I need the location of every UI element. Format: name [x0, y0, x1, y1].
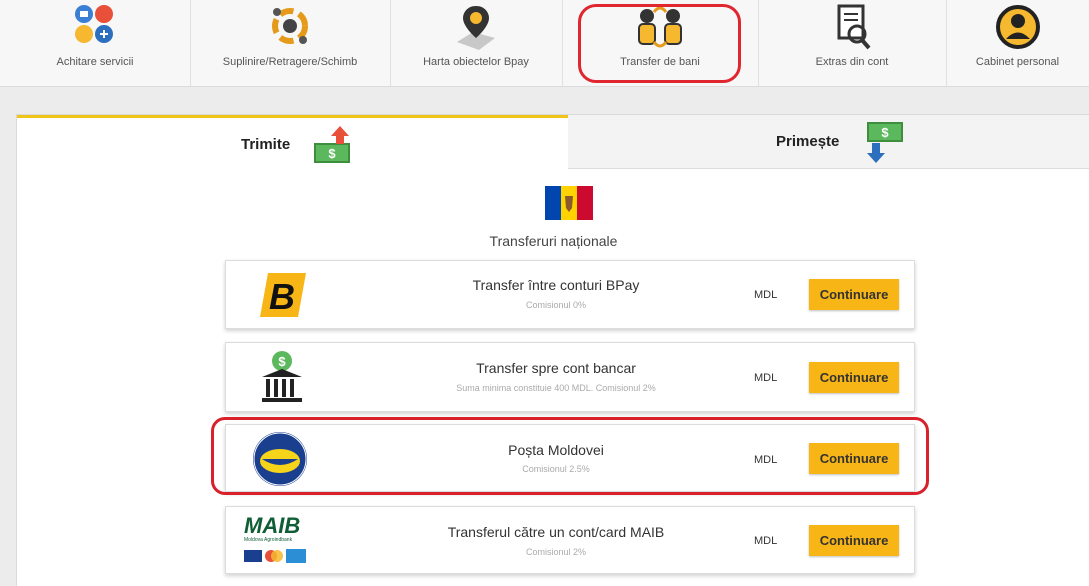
money-send-icon: $: [313, 124, 355, 169]
bank-icon: $: [260, 349, 304, 410]
moldova-flag-icon: [545, 186, 593, 220]
tab-send[interactable]: Trimite $: [17, 115, 568, 169]
transfer-card-maib: MAIB Moldova Agroindbank Transferul cătr…: [225, 506, 915, 574]
transfer-title: Transfer spre cont bancar: [476, 360, 636, 376]
nav-item-achitare-servicii[interactable]: Achitare servicii: [0, 0, 191, 86]
tab-receive[interactable]: Primește $: [568, 115, 1089, 169]
nav-item-suplinire[interactable]: Suplinire/Retragere/Schimb: [190, 0, 391, 86]
selected-card-highlight: [211, 417, 929, 495]
svg-text:$: $: [328, 146, 336, 161]
transfer-card-bank: $ Transfer spre cont bancar Suma minima …: [225, 342, 915, 412]
active-nav-highlight: [578, 4, 741, 83]
bpay-logo: B: [260, 273, 306, 322]
currency-label: MDL: [754, 372, 778, 384]
transfer-subtitle: Comisionul 0%: [525, 300, 587, 310]
nav-item-label: Extras din cont: [815, 56, 889, 68]
transfer-subtitle: Comisionul 2%: [525, 547, 587, 557]
maib-logo: MAIB Moldova Agroindbank: [244, 513, 310, 569]
svg-text:B: B: [269, 276, 295, 317]
transfer-card-bpay: B Transfer între conturi BPay Comisionul…: [225, 260, 915, 329]
money-receive-icon: $: [862, 121, 906, 170]
transfer-title: Transfer între conturi BPay: [472, 277, 640, 293]
currency-label: MDL: [754, 289, 778, 301]
tab-receive-label: Primește: [776, 133, 840, 150]
exchange-icon: [265, 2, 315, 57]
map-pin-icon: [451, 2, 501, 57]
nav-item-label: Cabinet personal: [975, 56, 1060, 68]
svg-text:$: $: [278, 354, 286, 369]
nav-item-label: Achitare servicii: [56, 56, 134, 68]
continue-button[interactable]: Continuare: [809, 525, 899, 556]
continue-button[interactable]: Continuare: [809, 279, 899, 310]
nav-item-harta[interactable]: Harta obiectelor Bpay: [390, 0, 563, 86]
section-title: Transferuri naționale: [489, 233, 618, 249]
transfer-title: Transferul către un cont/card MAIB: [447, 524, 665, 540]
nav-item-cabinet[interactable]: Cabinet personal: [946, 0, 1089, 86]
top-navigation: Achitare servicii Suplinire/Retragere/Sc…: [0, 0, 1089, 87]
tab-send-label: Trimite: [241, 136, 291, 153]
continue-button[interactable]: Continuare: [809, 362, 899, 393]
svg-text:$: $: [881, 125, 889, 140]
statement-icon: [827, 2, 877, 57]
nav-item-label: Suplinire/Retragere/Schimb: [222, 56, 358, 68]
transfer-panel: Trimite $ Primește $ Transferuri naționa…: [16, 114, 1089, 586]
services-icon: [71, 2, 119, 55]
transfer-subtitle: Suma minima constituie 400 MDL. Comision…: [456, 383, 656, 393]
nav-item-extras[interactable]: Extras din cont: [758, 0, 947, 86]
nav-item-label: Harta obiectelor Bpay: [423, 56, 529, 68]
user-icon: [993, 2, 1043, 57]
currency-label: MDL: [754, 535, 778, 547]
